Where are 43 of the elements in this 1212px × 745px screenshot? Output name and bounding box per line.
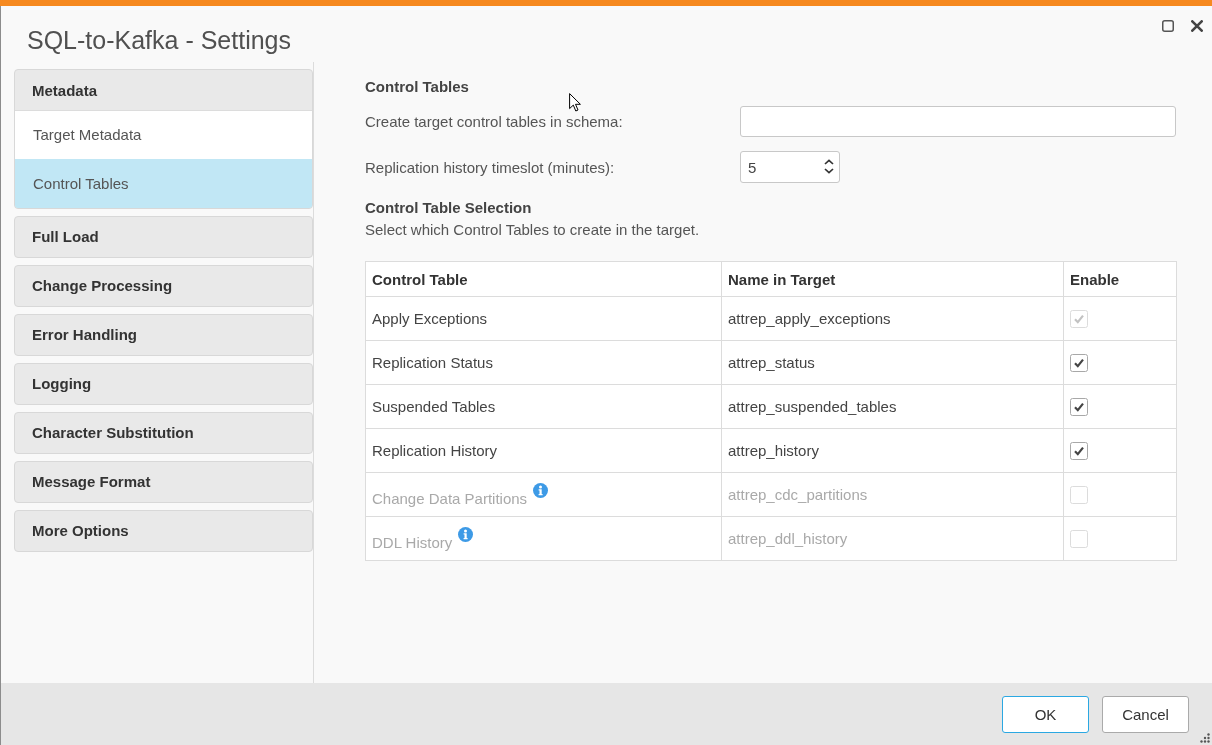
control-table-name: Replication History: [372, 442, 498, 459]
control-table-name: Change Data Partitions: [372, 489, 528, 507]
sidebar-item[interactable]: Target Metadata: [15, 111, 312, 159]
cancel-button[interactable]: Cancel: [1102, 695, 1189, 733]
accordion-header[interactable]: Character Substitution: [15, 413, 312, 453]
target-table-name: attrep_suspended_tables: [728, 398, 897, 415]
ok-button[interactable]: OK: [1002, 695, 1089, 733]
window-title: SQL-to-Kafka - Settings: [27, 25, 291, 55]
section-heading: Control Table Selection: [365, 198, 533, 218]
checkbox[interactable]: [1070, 441, 1088, 460]
accordion-header[interactable]: Change Processing: [15, 266, 312, 306]
timeslot-field[interactable]: 5: [740, 151, 840, 183]
section-heading: Control Tables: [365, 77, 470, 97]
target-table-name: attrep_ddl_history: [728, 530, 848, 547]
target-table-name: attrep_apply_exceptions: [728, 310, 891, 327]
sidebar-item[interactable]: Control Tables: [15, 159, 312, 208]
target-table-name: attrep_cdc_partitions: [728, 486, 868, 503]
resize-grip-icon[interactable]: [1200, 733, 1210, 743]
checkbox[interactable]: [1070, 397, 1088, 416]
control-table-name: Apply Exceptions: [372, 310, 488, 327]
field-label: Replication history timeslot (minutes):: [365, 158, 616, 176]
control-table-name: Replication Status: [372, 354, 493, 371]
close-icon[interactable]: [1191, 20, 1203, 32]
column-header: Name in Target: [721, 261, 1064, 297]
field-label: Create target control tables in schema:: [365, 113, 624, 130]
target-table-name: attrep_history: [728, 442, 819, 459]
column-header: Enable: [1063, 261, 1177, 297]
schema-field[interactable]: [740, 106, 1176, 137]
accordion-header[interactable]: Message Format: [15, 462, 312, 502]
control-table-name: Suspended Tables: [372, 398, 496, 415]
accordion-header[interactable]: Full Load: [15, 217, 312, 257]
column-header: Control Table: [365, 261, 722, 297]
chevron-down-icon[interactable]: [824, 168, 834, 174]
accordion-header[interactable]: More Options: [15, 511, 312, 551]
accordion-header[interactable]: Logging: [15, 364, 312, 404]
checkbox[interactable]: [1070, 353, 1088, 372]
maximize-icon[interactable]: [1162, 20, 1174, 32]
accordion-header[interactable]: Error Handling: [15, 315, 312, 355]
section-description: Select which Control Tables to create in the target.: [365, 220, 701, 240]
target-table-name: attrep_status: [728, 354, 815, 371]
mouse-cursor-icon: [569, 93, 581, 112]
chevron-up-icon[interactable]: [824, 159, 834, 165]
control-table-name: DDL History: [372, 533, 453, 551]
